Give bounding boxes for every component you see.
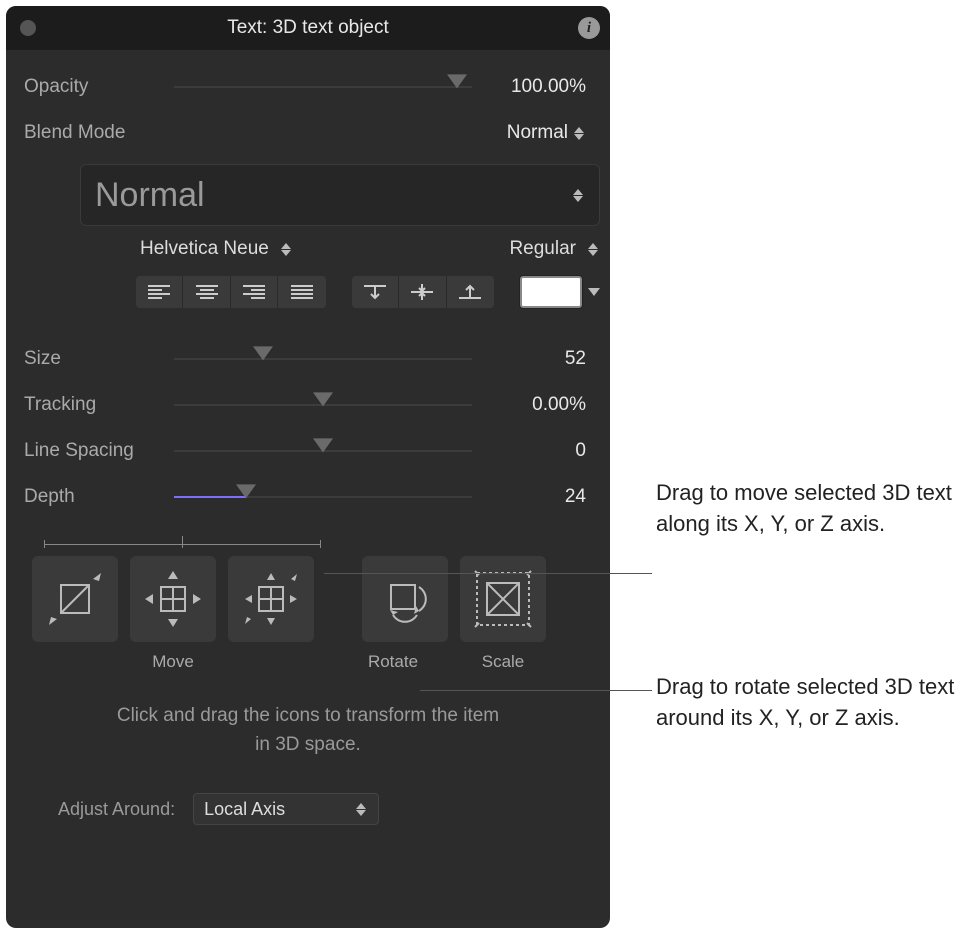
tracking-slider[interactable] xyxy=(174,393,472,417)
scale-label: Scale xyxy=(460,652,546,672)
opacity-label: Opacity xyxy=(24,76,174,98)
adjust-stepper-icon xyxy=(354,803,368,816)
size-slider[interactable] xyxy=(174,347,472,371)
callout-line-move xyxy=(324,573,652,574)
font-weight-stepper-icon xyxy=(586,243,600,256)
font-weight-value: Regular xyxy=(509,238,576,260)
depth-label: Depth xyxy=(24,486,174,508)
callout-rotate: Drag to rotate selected 3D text around i… xyxy=(656,672,966,734)
blend-stepper-icon[interactable] xyxy=(572,127,586,140)
window-close-dot[interactable] xyxy=(20,20,36,36)
opacity-slider[interactable] xyxy=(174,75,472,99)
valign-top-button[interactable] xyxy=(352,276,399,308)
window-title: Text: 3D text object xyxy=(6,17,610,39)
vertical-align-segment xyxy=(352,276,494,308)
adjust-around-value: Local Axis xyxy=(204,799,285,820)
opacity-row: Opacity 100.00% xyxy=(24,64,592,110)
align-justify-button[interactable] xyxy=(278,276,325,308)
info-icon[interactable]: i xyxy=(578,17,600,39)
font-family-value: Helvetica Neue xyxy=(140,238,269,260)
blend-value[interactable]: Normal xyxy=(507,122,568,144)
size-row: Size 52 xyxy=(24,336,592,382)
valign-middle-button[interactable] xyxy=(399,276,446,308)
font-weight-select[interactable]: Regular xyxy=(509,238,600,260)
adjust-around-select[interactable]: Local Axis xyxy=(193,793,379,825)
move-bracket xyxy=(32,536,584,554)
transform-hint: Click and drag the icons to transform th… xyxy=(115,702,501,759)
style-stepper-icon xyxy=(571,189,585,202)
text-style-select[interactable]: Normal xyxy=(80,164,600,226)
rotate-handle[interactable] xyxy=(362,556,448,642)
adjust-around-label: Adjust Around: xyxy=(58,799,175,820)
tracking-row: Tracking 0.00% xyxy=(24,382,592,428)
valign-bottom-button[interactable] xyxy=(447,276,494,308)
move-z-handle[interactable] xyxy=(32,556,118,642)
transform-block: Move Rotate Scale Click and drag the ico… xyxy=(24,536,592,825)
text-color-well[interactable] xyxy=(520,276,582,308)
size-label: Size xyxy=(24,348,174,370)
align-center-button[interactable] xyxy=(183,276,230,308)
inspector-panel: Text: 3D text object i Opacity 100.00% B… xyxy=(6,6,610,928)
linespacing-value[interactable]: 0 xyxy=(472,440,592,462)
align-left-button[interactable] xyxy=(136,276,183,308)
depth-value[interactable]: 24 xyxy=(472,486,592,508)
font-family-stepper-icon xyxy=(279,243,293,256)
scale-handle[interactable] xyxy=(460,556,546,642)
opacity-value[interactable]: 100.00% xyxy=(472,76,592,98)
font-family-select[interactable]: Helvetica Neue xyxy=(140,238,293,260)
text-style-value: Normal xyxy=(95,176,205,215)
callout-move: Drag to move selected 3D text along its … xyxy=(656,478,966,540)
color-disclosure-icon[interactable] xyxy=(588,288,600,296)
move-label: Move xyxy=(32,652,314,672)
move-xyz-handle[interactable] xyxy=(228,556,314,642)
horizontal-align-segment xyxy=(136,276,326,308)
rotate-label: Rotate xyxy=(350,652,436,672)
tracking-value[interactable]: 0.00% xyxy=(472,394,592,416)
move-xy-handle[interactable] xyxy=(130,556,216,642)
linespacing-slider[interactable] xyxy=(174,439,472,463)
size-value[interactable]: 52 xyxy=(472,348,592,370)
linespacing-label: Line Spacing xyxy=(24,440,174,462)
blend-label: Blend Mode xyxy=(24,122,174,144)
depth-slider[interactable] xyxy=(174,485,472,509)
align-right-button[interactable] xyxy=(231,276,278,308)
tracking-label: Tracking xyxy=(24,394,174,416)
linespacing-row: Line Spacing 0 xyxy=(24,428,592,474)
blend-row: Blend Mode Normal xyxy=(24,110,592,156)
titlebar: Text: 3D text object i xyxy=(6,6,610,50)
depth-row: Depth 24 xyxy=(24,474,592,520)
callout-line-rotate xyxy=(420,690,652,691)
